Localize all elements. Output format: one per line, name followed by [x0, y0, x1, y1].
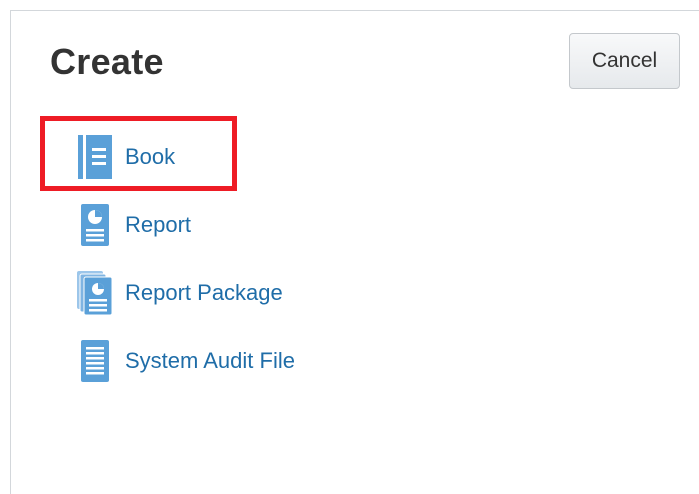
- menu-item-label: Report: [125, 212, 192, 237]
- menu-item-report[interactable]: Report: [73, 200, 191, 250]
- menu-item-system-audit-file[interactable]: System Audit File: [73, 336, 295, 386]
- menu-item-label: Report Package: [125, 280, 283, 305]
- create-dialog: Create Cancel Book Report Report Package…: [10, 10, 699, 494]
- audit-file-icon: [73, 336, 117, 386]
- menu-item-book[interactable]: Book: [73, 132, 175, 182]
- menu-item-report-package[interactable]: Report Package: [73, 268, 283, 318]
- menu-item-label: Book: [125, 144, 176, 169]
- report-icon: [73, 200, 117, 250]
- dialog-title: Create: [50, 41, 164, 82]
- report-package-icon: [73, 268, 117, 318]
- menu-item-label: System Audit File: [125, 348, 295, 373]
- book-icon: [73, 132, 117, 182]
- cancel-button[interactable]: Cancel: [569, 33, 680, 89]
